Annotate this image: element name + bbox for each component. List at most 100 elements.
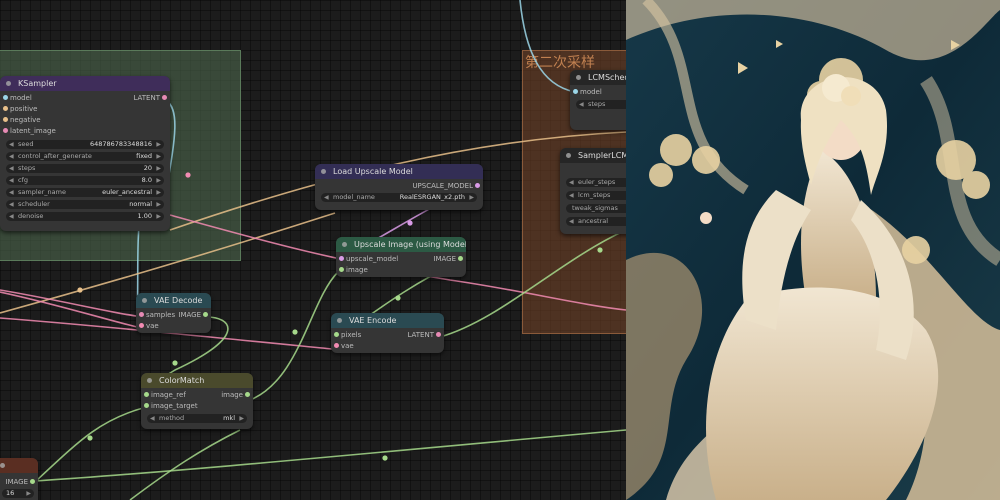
- widget-scheduler[interactable]: ◀ scheduler normal ▶: [6, 200, 164, 209]
- widget-ancestral[interactable]: ◀ ancestral: [566, 217, 626, 226]
- output-latent[interactable]: LATENT: [407, 330, 441, 340]
- wire-midpoint[interactable]: [407, 220, 413, 226]
- input-upscale-model[interactable]: upscale_model: [339, 254, 398, 264]
- input-vae[interactable]: vae: [139, 321, 159, 331]
- slot-label: pixels: [341, 331, 362, 339]
- output-upscale-model[interactable]: UPSCALE_MODEL: [412, 181, 480, 191]
- widget-control-after-generate[interactable]: ◀ control_after_generate fixed ▶: [6, 152, 164, 161]
- arrow-right-icon[interactable]: ▶: [156, 200, 161, 209]
- input-samples[interactable]: samples: [139, 310, 175, 320]
- arrow-left-icon[interactable]: ◀: [9, 176, 14, 185]
- arrow-left-icon[interactable]: ◀: [9, 212, 14, 221]
- arrow-right-icon[interactable]: ▶: [156, 212, 161, 221]
- arrow-left-icon[interactable]: ◀: [9, 140, 14, 149]
- wire-midpoint[interactable]: [395, 295, 401, 301]
- widget-sampler-name[interactable]: ◀ sampler_name euler_ancestral ▶: [6, 188, 164, 197]
- wire-midpoint[interactable]: [77, 287, 83, 293]
- node-bottom-left[interactable]: IMAGE 16 ▶: [0, 458, 38, 500]
- wire-image-bottom: [129, 429, 241, 500]
- wire-midpoint[interactable]: [172, 360, 178, 366]
- arrow-right-icon[interactable]: ▶: [156, 152, 161, 161]
- arrow-right-icon[interactable]: ▶: [156, 140, 161, 149]
- node-title[interactable]: ColorMatch: [141, 373, 253, 388]
- input-image-target[interactable]: image_target: [144, 401, 198, 411]
- widget-label: sampler_name: [18, 188, 66, 196]
- node-title[interactable]: KSampler: [0, 76, 170, 91]
- node-title[interactable]: [0, 458, 38, 473]
- widget-tweak-sigmas[interactable]: tweak_sigmas: [566, 204, 626, 213]
- output-image[interactable]: image: [221, 390, 250, 400]
- node-vae-decode[interactable]: VAE Decode samples vae IMAGE: [136, 293, 211, 333]
- node-graph-canvas[interactable]: 第二次采样 KSampler model positive negative l…: [0, 0, 626, 500]
- arrow-right-icon[interactable]: ▶: [239, 414, 244, 423]
- node-sampler-lcm[interactable]: SamplerLCMC ◀ euler_steps ◀ lcm_steps twea…: [560, 148, 626, 234]
- widget-denoise[interactable]: ◀ denoise 1.00 ▶: [6, 212, 164, 221]
- node-color-match[interactable]: ColorMatch image_ref image_target image …: [141, 373, 253, 429]
- arrow-left-icon[interactable]: ◀: [569, 178, 574, 187]
- widget-value[interactable]: 16 ▶: [2, 489, 34, 498]
- wire-midpoint[interactable]: [185, 172, 191, 178]
- input-vae[interactable]: vae: [334, 341, 354, 351]
- arrow-left-icon[interactable]: ◀: [9, 200, 14, 209]
- node-title[interactable]: Load Upscale Model: [315, 164, 483, 179]
- input-image-ref[interactable]: image_ref: [144, 390, 186, 400]
- node-title[interactable]: VAE Encode: [331, 313, 444, 328]
- arrow-right-icon[interactable]: ▶: [26, 489, 31, 498]
- wire-midpoint[interactable]: [382, 455, 388, 461]
- output-image[interactable]: IMAGE: [5, 477, 35, 487]
- arrow-left-icon[interactable]: ◀: [569, 217, 574, 226]
- node-vae-encode[interactable]: VAE Encode pixels vae LATENT: [331, 313, 444, 353]
- arrow-right-icon[interactable]: ▶: [156, 188, 161, 197]
- widget-steps[interactable]: ◀ steps: [576, 100, 626, 109]
- node-title[interactable]: LCMSchedu: [570, 70, 626, 85]
- node-load-upscale-model[interactable]: Load Upscale Model UPSCALE_MODEL ◀ model_…: [315, 164, 483, 210]
- output-latent[interactable]: LATENT: [133, 93, 167, 103]
- slot-label: LATENT: [133, 94, 160, 102]
- input-positive[interactable]: positive: [3, 104, 37, 114]
- output-image[interactable]: IMAGE: [433, 254, 463, 264]
- input-negative[interactable]: negative: [3, 115, 41, 125]
- arrow-left-icon[interactable]: ◀: [9, 188, 14, 197]
- widget-lcm-steps[interactable]: ◀ lcm_steps: [566, 191, 626, 200]
- widget-model-name[interactable]: ◀ model_name RealESRGAN_x2.pth ▶: [321, 193, 477, 202]
- input-model[interactable]: model: [3, 93, 32, 103]
- widget-method[interactable]: ◀ method mkl ▶: [147, 414, 247, 423]
- widget-label: tweak_sigmas: [572, 204, 618, 212]
- arrow-left-icon[interactable]: ◀: [569, 191, 574, 200]
- arrow-right-icon[interactable]: ▶: [156, 176, 161, 185]
- arrow-right-icon[interactable]: ▶: [156, 164, 161, 173]
- widget-steps[interactable]: ◀ steps 20 ▶: [6, 164, 164, 173]
- widget-euler-steps[interactable]: ◀ euler_steps: [566, 178, 626, 187]
- slot-label: vae: [146, 322, 159, 330]
- arrow-left-icon[interactable]: ◀: [324, 193, 329, 202]
- wire-midpoint[interactable]: [87, 435, 93, 441]
- widget-label: ancestral: [578, 217, 609, 225]
- widget-value: 648786783348816: [89, 140, 152, 148]
- arrow-left-icon[interactable]: ◀: [150, 414, 155, 423]
- input-latent-image[interactable]: latent_image: [3, 126, 56, 136]
- node-title[interactable]: Upscale Image (using Model): [336, 237, 466, 252]
- arrow-left-icon[interactable]: ◀: [9, 152, 14, 161]
- node-lcm-scheduler[interactable]: LCMSchedu model ◀ steps: [570, 70, 626, 130]
- arrow-left-icon[interactable]: ◀: [9, 164, 14, 173]
- input-image[interactable]: image: [339, 265, 368, 275]
- arrow-left-icon[interactable]: ◀: [579, 100, 584, 109]
- node-ksampler[interactable]: KSampler model positive negative latent_…: [0, 76, 170, 231]
- widget-seed[interactable]: ◀ seed 648786783348816 ▶: [6, 140, 164, 149]
- node-title[interactable]: VAE Decode: [136, 293, 211, 308]
- node-title[interactable]: SamplerLCMC: [560, 148, 626, 163]
- input-pixels[interactable]: pixels: [334, 330, 362, 340]
- node-body: ◀ euler_steps ◀ lcm_steps tweak_sigmas ◀ an…: [560, 163, 626, 234]
- node-upscale-image[interactable]: Upscale Image (using Model) upscale_mode…: [336, 237, 466, 277]
- input-model[interactable]: model: [573, 87, 602, 97]
- widget-label: lcm_steps: [578, 191, 611, 199]
- slot-label: model: [580, 88, 602, 96]
- wire-midpoint[interactable]: [597, 247, 603, 253]
- slot-label: image_ref: [151, 391, 186, 399]
- widget-cfg[interactable]: ◀ cfg 8.0 ▶: [6, 176, 164, 185]
- generated-image-preview: [626, 0, 1000, 500]
- arrow-right-icon[interactable]: ▶: [469, 193, 474, 202]
- output-image[interactable]: IMAGE: [178, 310, 208, 320]
- node-body: samples vae IMAGE: [136, 308, 211, 333]
- wire-midpoint[interactable]: [292, 329, 298, 335]
